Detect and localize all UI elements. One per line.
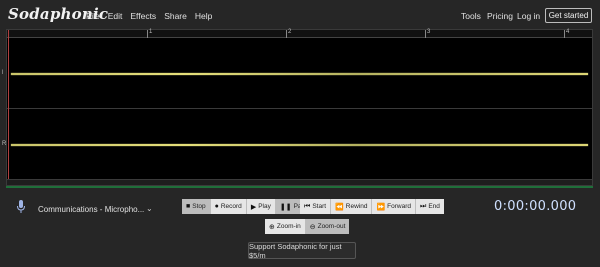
rewind-icon: ⏪ — [335, 203, 344, 211]
ruler-tick — [425, 30, 426, 38]
menu-file[interactable]: File — [86, 11, 100, 21]
menu-login[interactable]: Log in — [517, 11, 540, 21]
zoom-in-button[interactable]: ⊕ Zoom-in — [265, 219, 306, 234]
menu-effects[interactable]: Effects — [130, 11, 156, 21]
record-icon: ● — [214, 203, 219, 210]
menu-help[interactable]: Help — [195, 11, 212, 21]
ruler-tick — [147, 30, 148, 38]
horizontal-scrollbar[interactable] — [7, 179, 592, 185]
stop-button[interactable]: ■ Stop — [182, 199, 211, 214]
ruler-tick — [286, 30, 287, 38]
menu-pricing[interactable]: Pricing — [487, 11, 513, 21]
main-menu: File Edit Effects Share Help — [86, 11, 220, 21]
chevron-down-icon[interactable]: ⌄ — [146, 204, 153, 213]
microphone-icon[interactable] — [16, 200, 26, 214]
waveform-editor[interactable]: 1 2 3 4 l R — [2, 29, 593, 186]
progress-indicator — [6, 186, 593, 188]
playhead-cursor[interactable] — [8, 30, 9, 185]
skip-start-icon: ⏮ — [304, 202, 311, 210]
top-bar: Sodaphonic File Edit Effects Share Help … — [0, 0, 600, 30]
channel-label-right: R — [2, 141, 7, 147]
waveform-right — [11, 144, 588, 146]
ruler-label-2: 2 — [288, 29, 292, 35]
zoom-in-icon: ⊕ — [269, 223, 275, 231]
zoom-controls: ⊕ Zoom-in ⊖ Zoom-out — [265, 219, 350, 234]
menu-edit[interactable]: Edit — [108, 11, 123, 21]
zoom-out-button[interactable]: ⊖ Zoom-out — [305, 219, 350, 234]
pause-icon: ❚❚ — [279, 203, 292, 211]
waveform-left — [11, 73, 588, 75]
input-device-select[interactable]: Communications - Micropho... — [38, 205, 144, 214]
fast-forward-icon: ⏩ — [376, 203, 386, 211]
track-right-channel[interactable]: R — [2, 110, 592, 180]
skip-end-icon: ⏭ — [420, 202, 427, 210]
ruler-label-4: 4 — [566, 29, 570, 35]
ruler-label-1: 1 — [149, 29, 153, 35]
start-button[interactable]: ⏮ Start — [300, 199, 332, 214]
play-button[interactable]: ▶ Play — [246, 199, 276, 214]
time-ruler[interactable]: 1 2 3 4 — [7, 29, 592, 38]
channel-label-left: l — [2, 70, 4, 76]
navigation-controls: ⏮ Start ⏪ Rewind ⏩ Forward ⏭ End — [300, 199, 444, 214]
ruler-label-3: 3 — [427, 29, 431, 35]
time-display: 0:00:00.000 — [494, 199, 577, 214]
support-button[interactable]: Support Sodaphonic for just $5/m — [248, 242, 356, 260]
end-button[interactable]: ⏭ End — [416, 199, 444, 214]
play-icon: ▶ — [250, 203, 257, 211]
menu-tools[interactable]: Tools — [461, 11, 481, 21]
forward-button[interactable]: ⏩ Forward — [372, 199, 417, 214]
zoom-out-icon: ⊖ — [309, 223, 316, 231]
track-left-channel[interactable]: l — [2, 39, 592, 109]
ruler-tick — [564, 30, 565, 38]
menu-share[interactable]: Share — [164, 11, 187, 21]
record-button[interactable]: ● Record — [210, 199, 247, 214]
stop-icon: ■ — [186, 203, 191, 210]
get-started-button[interactable]: Get started — [545, 8, 592, 23]
transport-controls: ■Stop ●Record ▶Play ❚❚Pause — [182, 199, 317, 214]
rewind-button[interactable]: ⏪ Rewind — [331, 199, 373, 214]
